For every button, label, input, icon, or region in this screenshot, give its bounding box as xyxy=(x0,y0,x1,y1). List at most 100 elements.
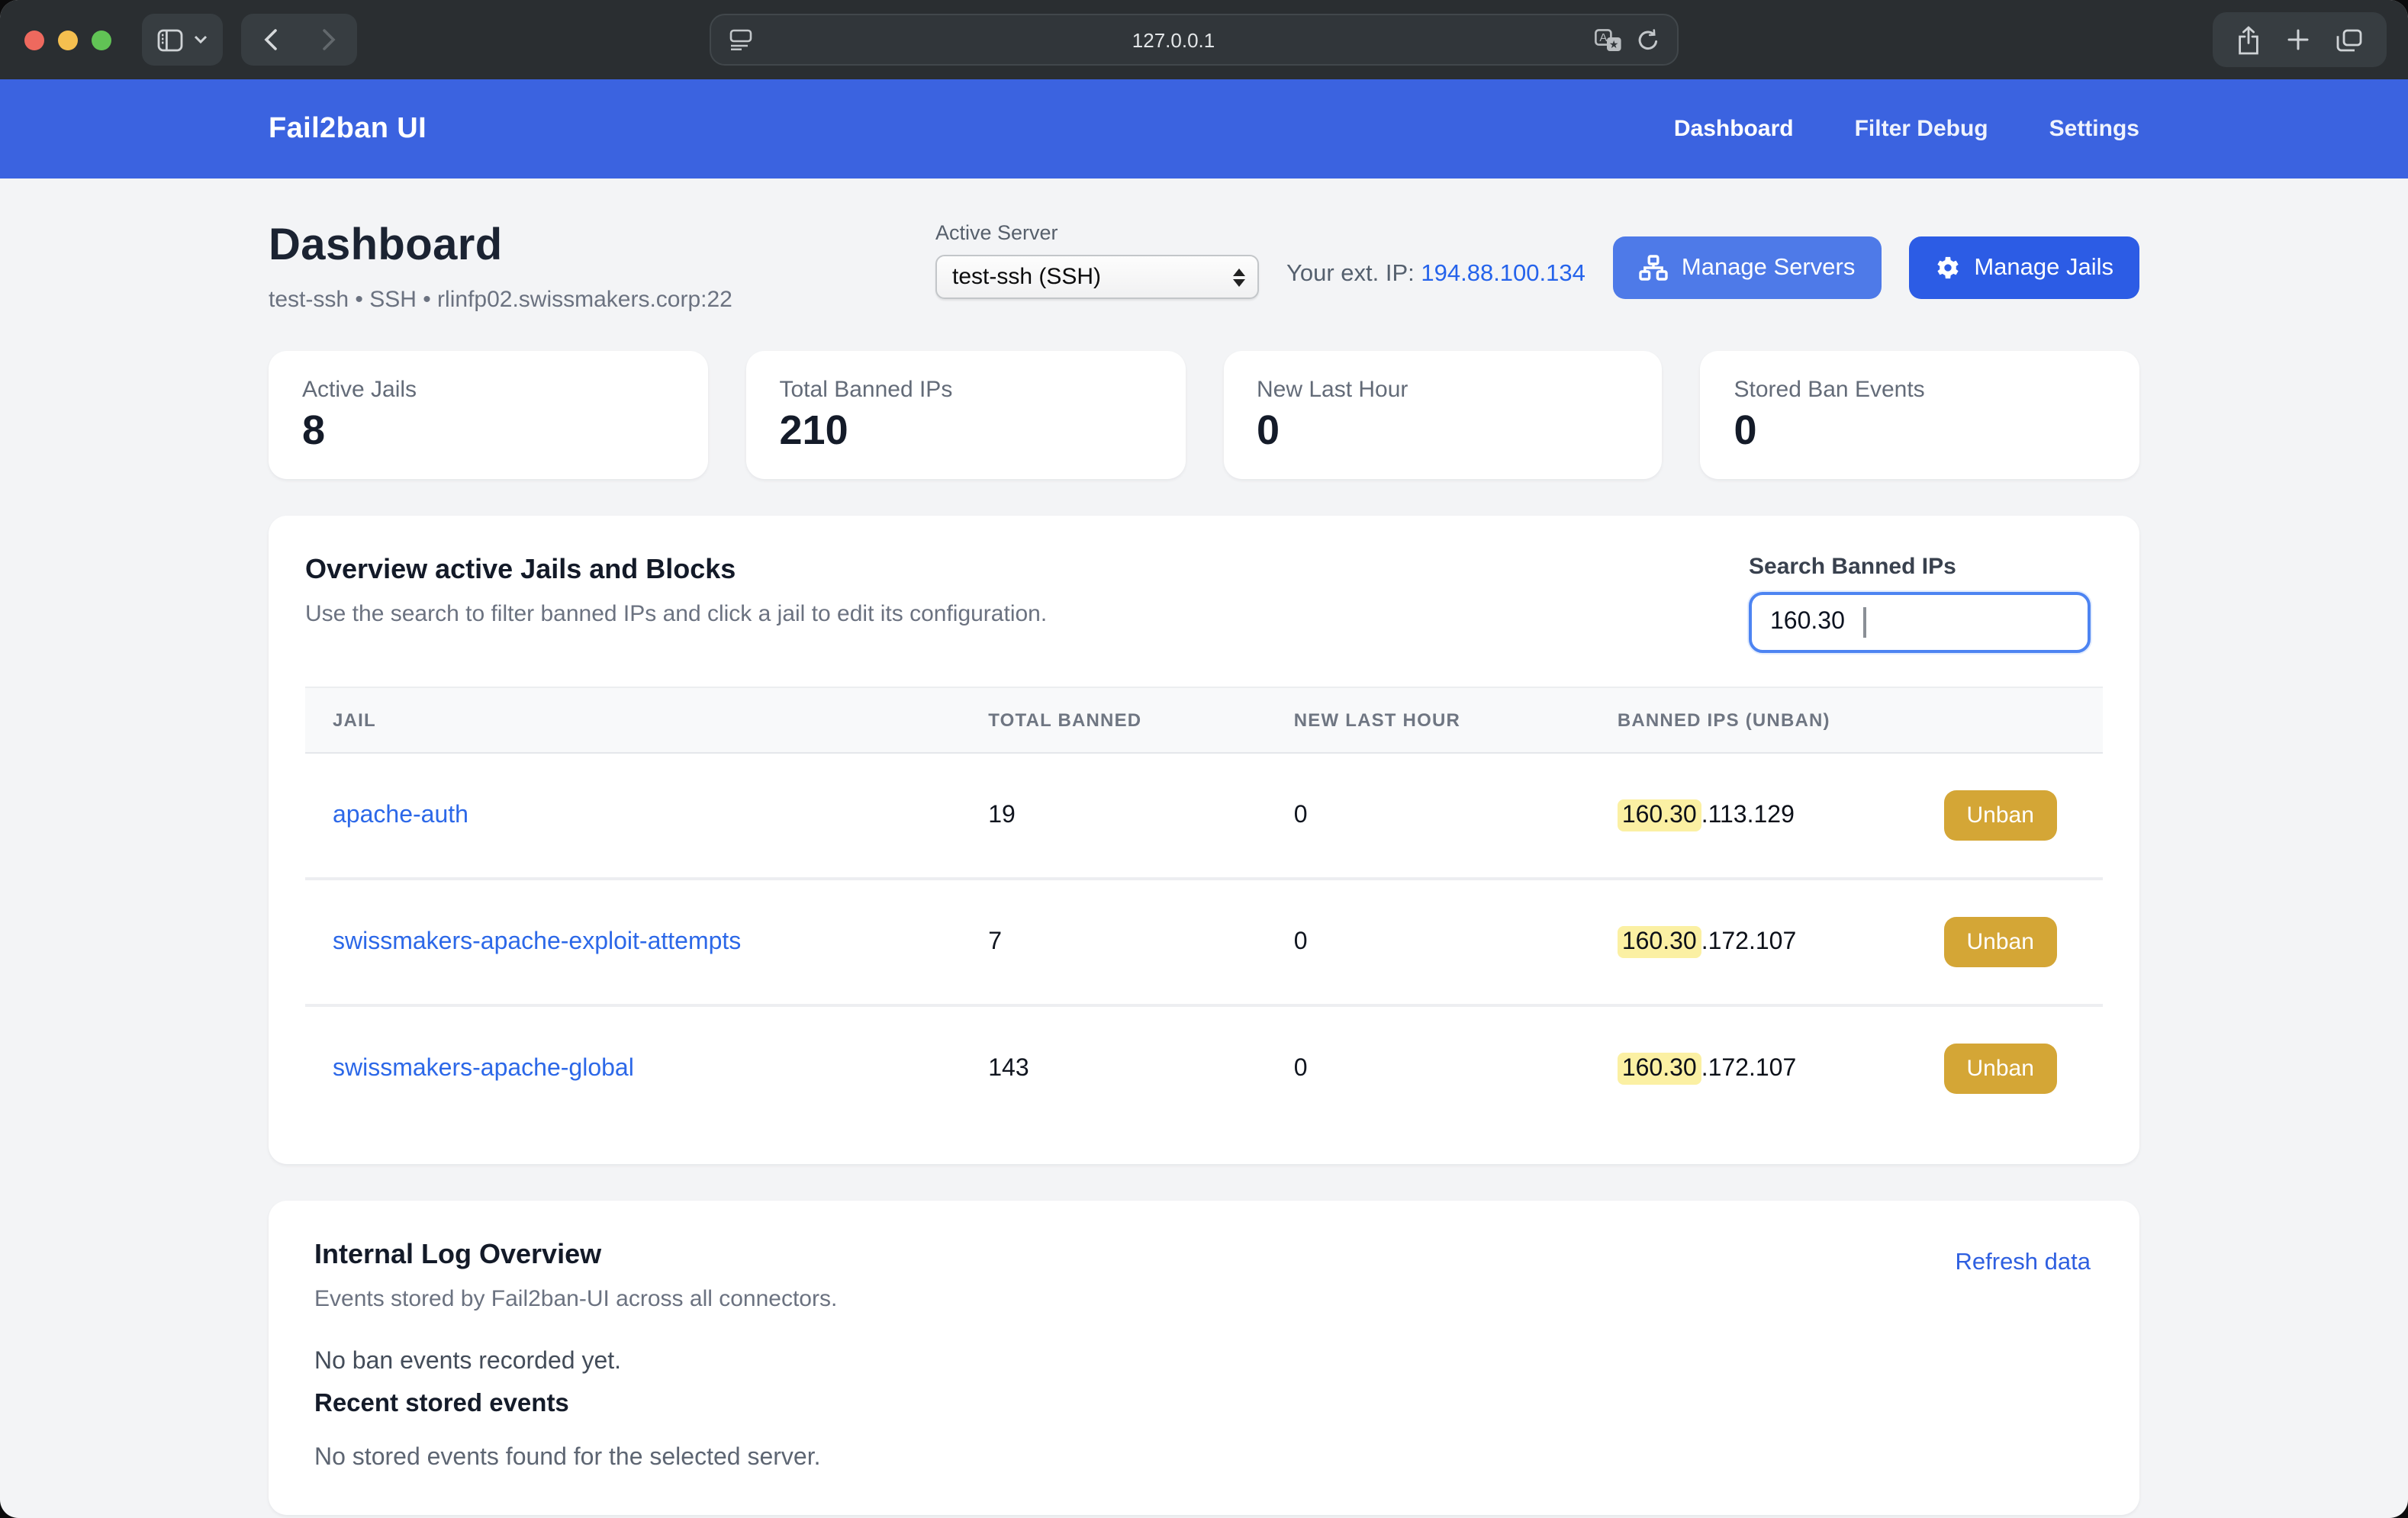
new-last-hour-value: 0 xyxy=(1294,928,1618,956)
total-banned-value: 143 xyxy=(988,1055,1294,1082)
stat-total-banned: Total Banned IPs 210 xyxy=(746,351,1186,479)
history-nav-buttons xyxy=(241,14,357,66)
col-banned-ips: BANNED IPS (UNBAN) xyxy=(1618,709,2103,731)
screen: 127.0.0.1 A ★ xyxy=(0,0,2408,1518)
unban-button[interactable]: Unban xyxy=(1944,1044,2057,1094)
refresh-data-link[interactable]: Refresh data xyxy=(1956,1249,2091,1277)
zoom-window-button[interactable] xyxy=(92,30,111,50)
table-row: swissmakers-apache-exploit-attempts 7 0 … xyxy=(305,880,2103,1007)
active-server-value: test-ssh (SSH) xyxy=(952,264,1101,290)
ip-match-highlight: 160.30 xyxy=(1618,799,1701,831)
search-banned-ips-input[interactable] xyxy=(1749,592,2091,653)
stat-new-last-hour: New Last Hour 0 xyxy=(1223,351,1663,479)
stat-cards: Active Jails 8 Total Banned IPs 210 New … xyxy=(269,351,2139,479)
new-tab-icon[interactable] xyxy=(2287,29,2309,50)
page-header: Dashboard test-ssh • SSH • rlinfp02.swis… xyxy=(269,221,2139,313)
recent-stored-events-title: Recent stored events xyxy=(314,1390,2094,1419)
active-server-select[interactable]: test-ssh (SSH) xyxy=(935,255,1259,299)
new-last-hour-value: 0 xyxy=(1294,1055,1618,1082)
ip-match-highlight: 160.30 xyxy=(1618,925,1701,957)
total-banned-value: 7 xyxy=(988,928,1294,956)
col-new-last-hour: NEW LAST HOUR xyxy=(1294,709,1618,731)
log-description: Events stored by Fail2ban-UI across all … xyxy=(314,1286,2094,1312)
stat-value: 210 xyxy=(780,407,1152,455)
close-window-button[interactable] xyxy=(24,30,44,50)
jail-link[interactable]: apache-auth xyxy=(333,802,468,828)
banned-ip: 160.30.172.107 xyxy=(1618,928,1796,956)
translate-icon[interactable]: A ★ xyxy=(1595,28,1622,51)
ip-rest: .172.107 xyxy=(1701,928,1797,954)
banned-ip: 160.30.172.107 xyxy=(1618,1055,1796,1082)
ip-rest: .113.129 xyxy=(1701,802,1795,828)
manage-servers-button[interactable]: Manage Servers xyxy=(1613,236,1881,299)
nav-link-dashboard[interactable]: Dashboard xyxy=(1674,116,1794,142)
stat-value: 0 xyxy=(1734,407,2107,455)
search-input-field[interactable] xyxy=(1770,609,1862,636)
total-banned-value: 19 xyxy=(988,802,1294,829)
sitemap-icon xyxy=(1639,255,1668,281)
sidebar-icon xyxy=(157,28,183,51)
jail-link[interactable]: swissmakers-apache-global xyxy=(333,1055,634,1081)
stat-value: 0 xyxy=(1257,407,1629,455)
page-subtitle: test-ssh • SSH • rlinfp02.swissmakers.co… xyxy=(269,287,732,313)
ip-rest: .172.107 xyxy=(1701,1055,1797,1081)
reload-icon[interactable] xyxy=(1637,28,1659,51)
active-server-label: Active Server xyxy=(935,221,1259,244)
overview-card: Overview active Jails and Blocks Use the… xyxy=(269,516,2139,1164)
url-text[interactable]: 127.0.0.1 xyxy=(752,28,1595,51)
chevron-down-icon xyxy=(194,35,208,44)
address-bar[interactable]: 127.0.0.1 A ★ xyxy=(710,14,1679,66)
unban-button[interactable]: Unban xyxy=(1944,790,2057,841)
forward-button[interactable] xyxy=(299,14,357,66)
app-navbar: Fail2ban UI Dashboard Filter Debug Setti… xyxy=(0,79,2408,178)
external-ip-link[interactable]: 194.88.100.134 xyxy=(1421,261,1585,287)
ip-match-highlight: 160.30 xyxy=(1618,1052,1701,1084)
share-icon[interactable] xyxy=(2237,25,2260,54)
nav-link-settings[interactable]: Settings xyxy=(2049,116,2139,142)
no-ban-events-text: No ban events recorded yet. xyxy=(314,1349,2094,1376)
unban-button[interactable]: Unban xyxy=(1944,917,2057,967)
stat-value: 8 xyxy=(302,407,674,455)
header-controls: Active Server test-ssh (SSH) Your ext. I… xyxy=(935,221,2139,299)
toolbar-right-actions xyxy=(2213,12,2387,67)
manage-jails-button[interactable]: Manage Jails xyxy=(1908,236,2139,299)
stat-label: Active Jails xyxy=(302,377,674,403)
stat-label: Total Banned IPs xyxy=(780,377,1152,403)
browser-window: 127.0.0.1 A ★ xyxy=(0,0,2408,1518)
log-title: Internal Log Overview xyxy=(314,1239,2094,1271)
page-title: Dashboard xyxy=(269,221,732,272)
nav-link-filter-debug[interactable]: Filter Debug xyxy=(1855,116,1988,142)
col-total-banned: TOTAL BANNED xyxy=(988,709,1294,731)
back-button[interactable] xyxy=(241,14,299,66)
overview-title: Overview active Jails and Blocks xyxy=(305,554,1047,586)
traffic-lights xyxy=(24,30,111,50)
nav-links: Dashboard Filter Debug Settings xyxy=(1674,116,2139,142)
browser-toolbar: 127.0.0.1 A ★ xyxy=(0,0,2408,79)
manage-jails-label: Manage Jails xyxy=(1974,254,2113,281)
overview-description: Use the search to filter banned IPs and … xyxy=(305,601,1047,627)
jails-table: JAIL TOTAL BANNED NEW LAST HOUR BANNED I… xyxy=(305,687,2103,1130)
table-row: apache-auth 19 0 160.30.113.129 Unban xyxy=(305,754,2103,880)
stat-stored-ban-events: Stored Ban Events 0 xyxy=(1701,351,2140,479)
minimize-window-button[interactable] xyxy=(58,30,78,50)
addressbar-actions: A ★ xyxy=(1595,28,1659,51)
gear-icon xyxy=(1934,255,1960,281)
app-brand[interactable]: Fail2ban UI xyxy=(269,112,427,146)
page-format-icon[interactable] xyxy=(729,29,752,50)
new-last-hour-value: 0 xyxy=(1294,802,1618,829)
svg-text:A: A xyxy=(1599,31,1607,43)
tab-overview-icon[interactable] xyxy=(2336,28,2362,51)
text-caret xyxy=(1863,607,1866,638)
jail-link[interactable]: swissmakers-apache-exploit-attempts xyxy=(333,928,741,954)
svg-text:★: ★ xyxy=(1609,37,1619,50)
external-ip-label: Your ext. IP: xyxy=(1286,261,1415,287)
page-content: Dashboard test-ssh • SSH • rlinfp02.swis… xyxy=(0,178,2408,1518)
table-row: swissmakers-apache-global 143 0 160.30.1… xyxy=(305,1007,2103,1130)
sidebar-toggle-button[interactable] xyxy=(142,14,223,66)
table-header: JAIL TOTAL BANNED NEW LAST HOUR BANNED I… xyxy=(305,687,2103,754)
stat-label: New Last Hour xyxy=(1257,377,1629,403)
select-arrows-icon xyxy=(1233,268,1245,286)
internal-log-card: Refresh data Internal Log Overview Event… xyxy=(269,1201,2139,1515)
no-stored-events-text: No stored events found for the selected … xyxy=(314,1445,2094,1472)
external-ip: Your ext. IP: 194.88.100.134 xyxy=(1286,261,1585,299)
